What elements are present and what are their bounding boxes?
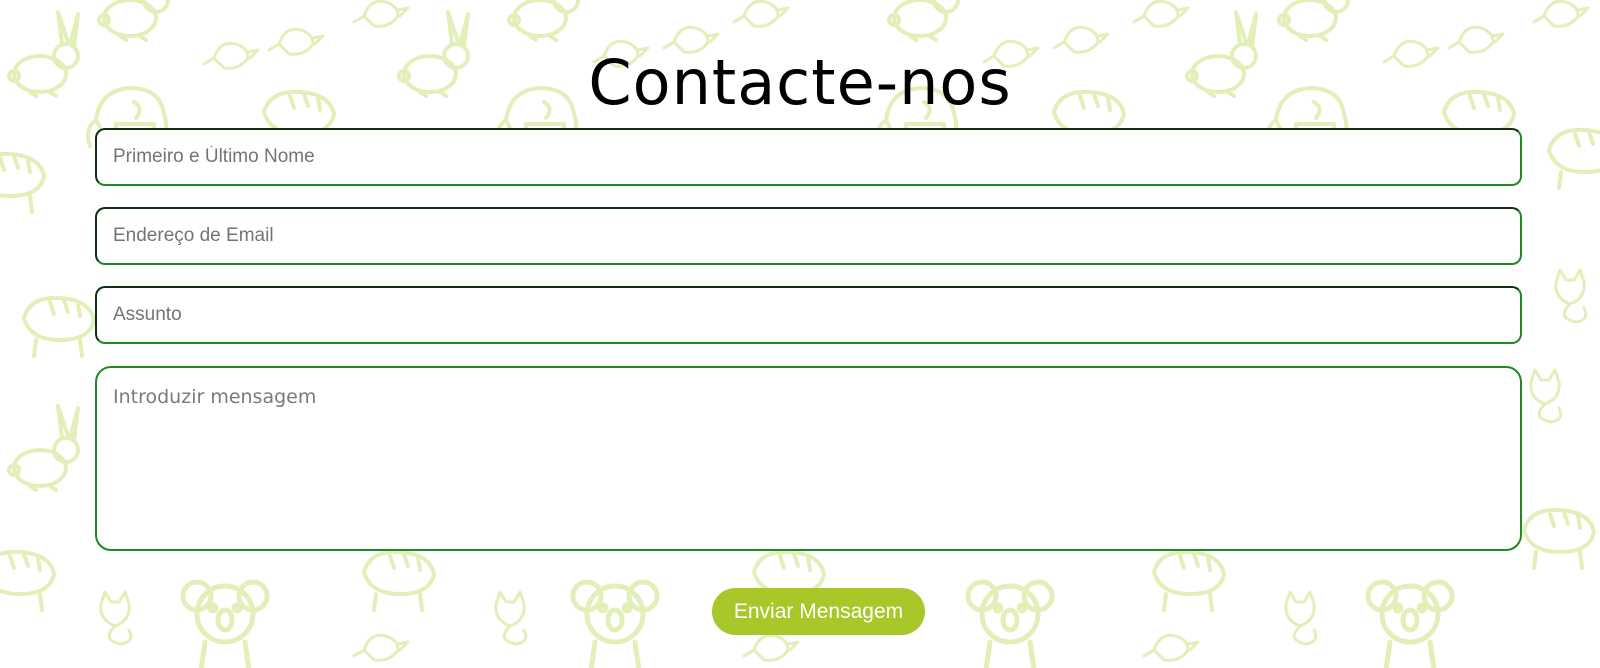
message-textarea[interactable] [95,366,1522,551]
subject-input[interactable] [95,286,1522,344]
page-title: Contacte-nos [588,46,1012,119]
send-message-button[interactable]: Enviar Mensagem [712,588,925,635]
email-input[interactable] [95,207,1522,265]
name-input[interactable] [95,128,1522,186]
